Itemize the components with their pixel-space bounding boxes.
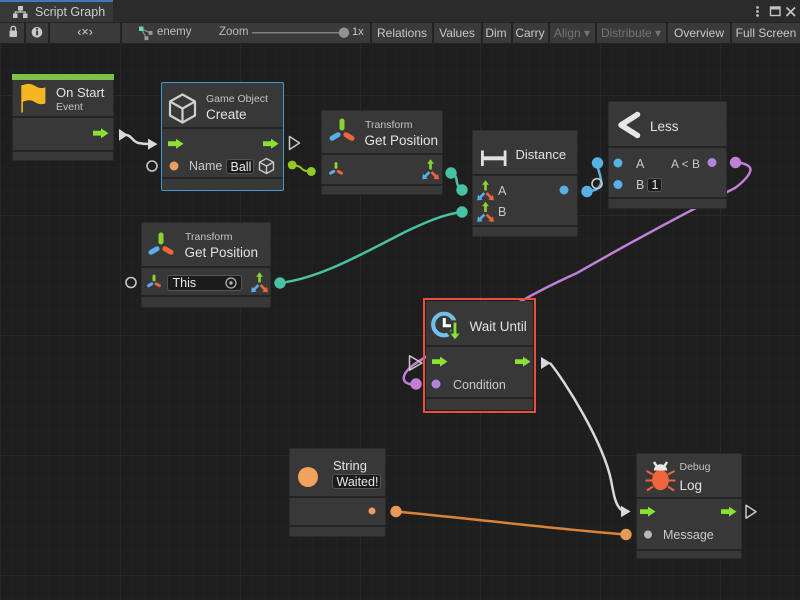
svg-text:‹×›: ‹×› (77, 25, 93, 39)
